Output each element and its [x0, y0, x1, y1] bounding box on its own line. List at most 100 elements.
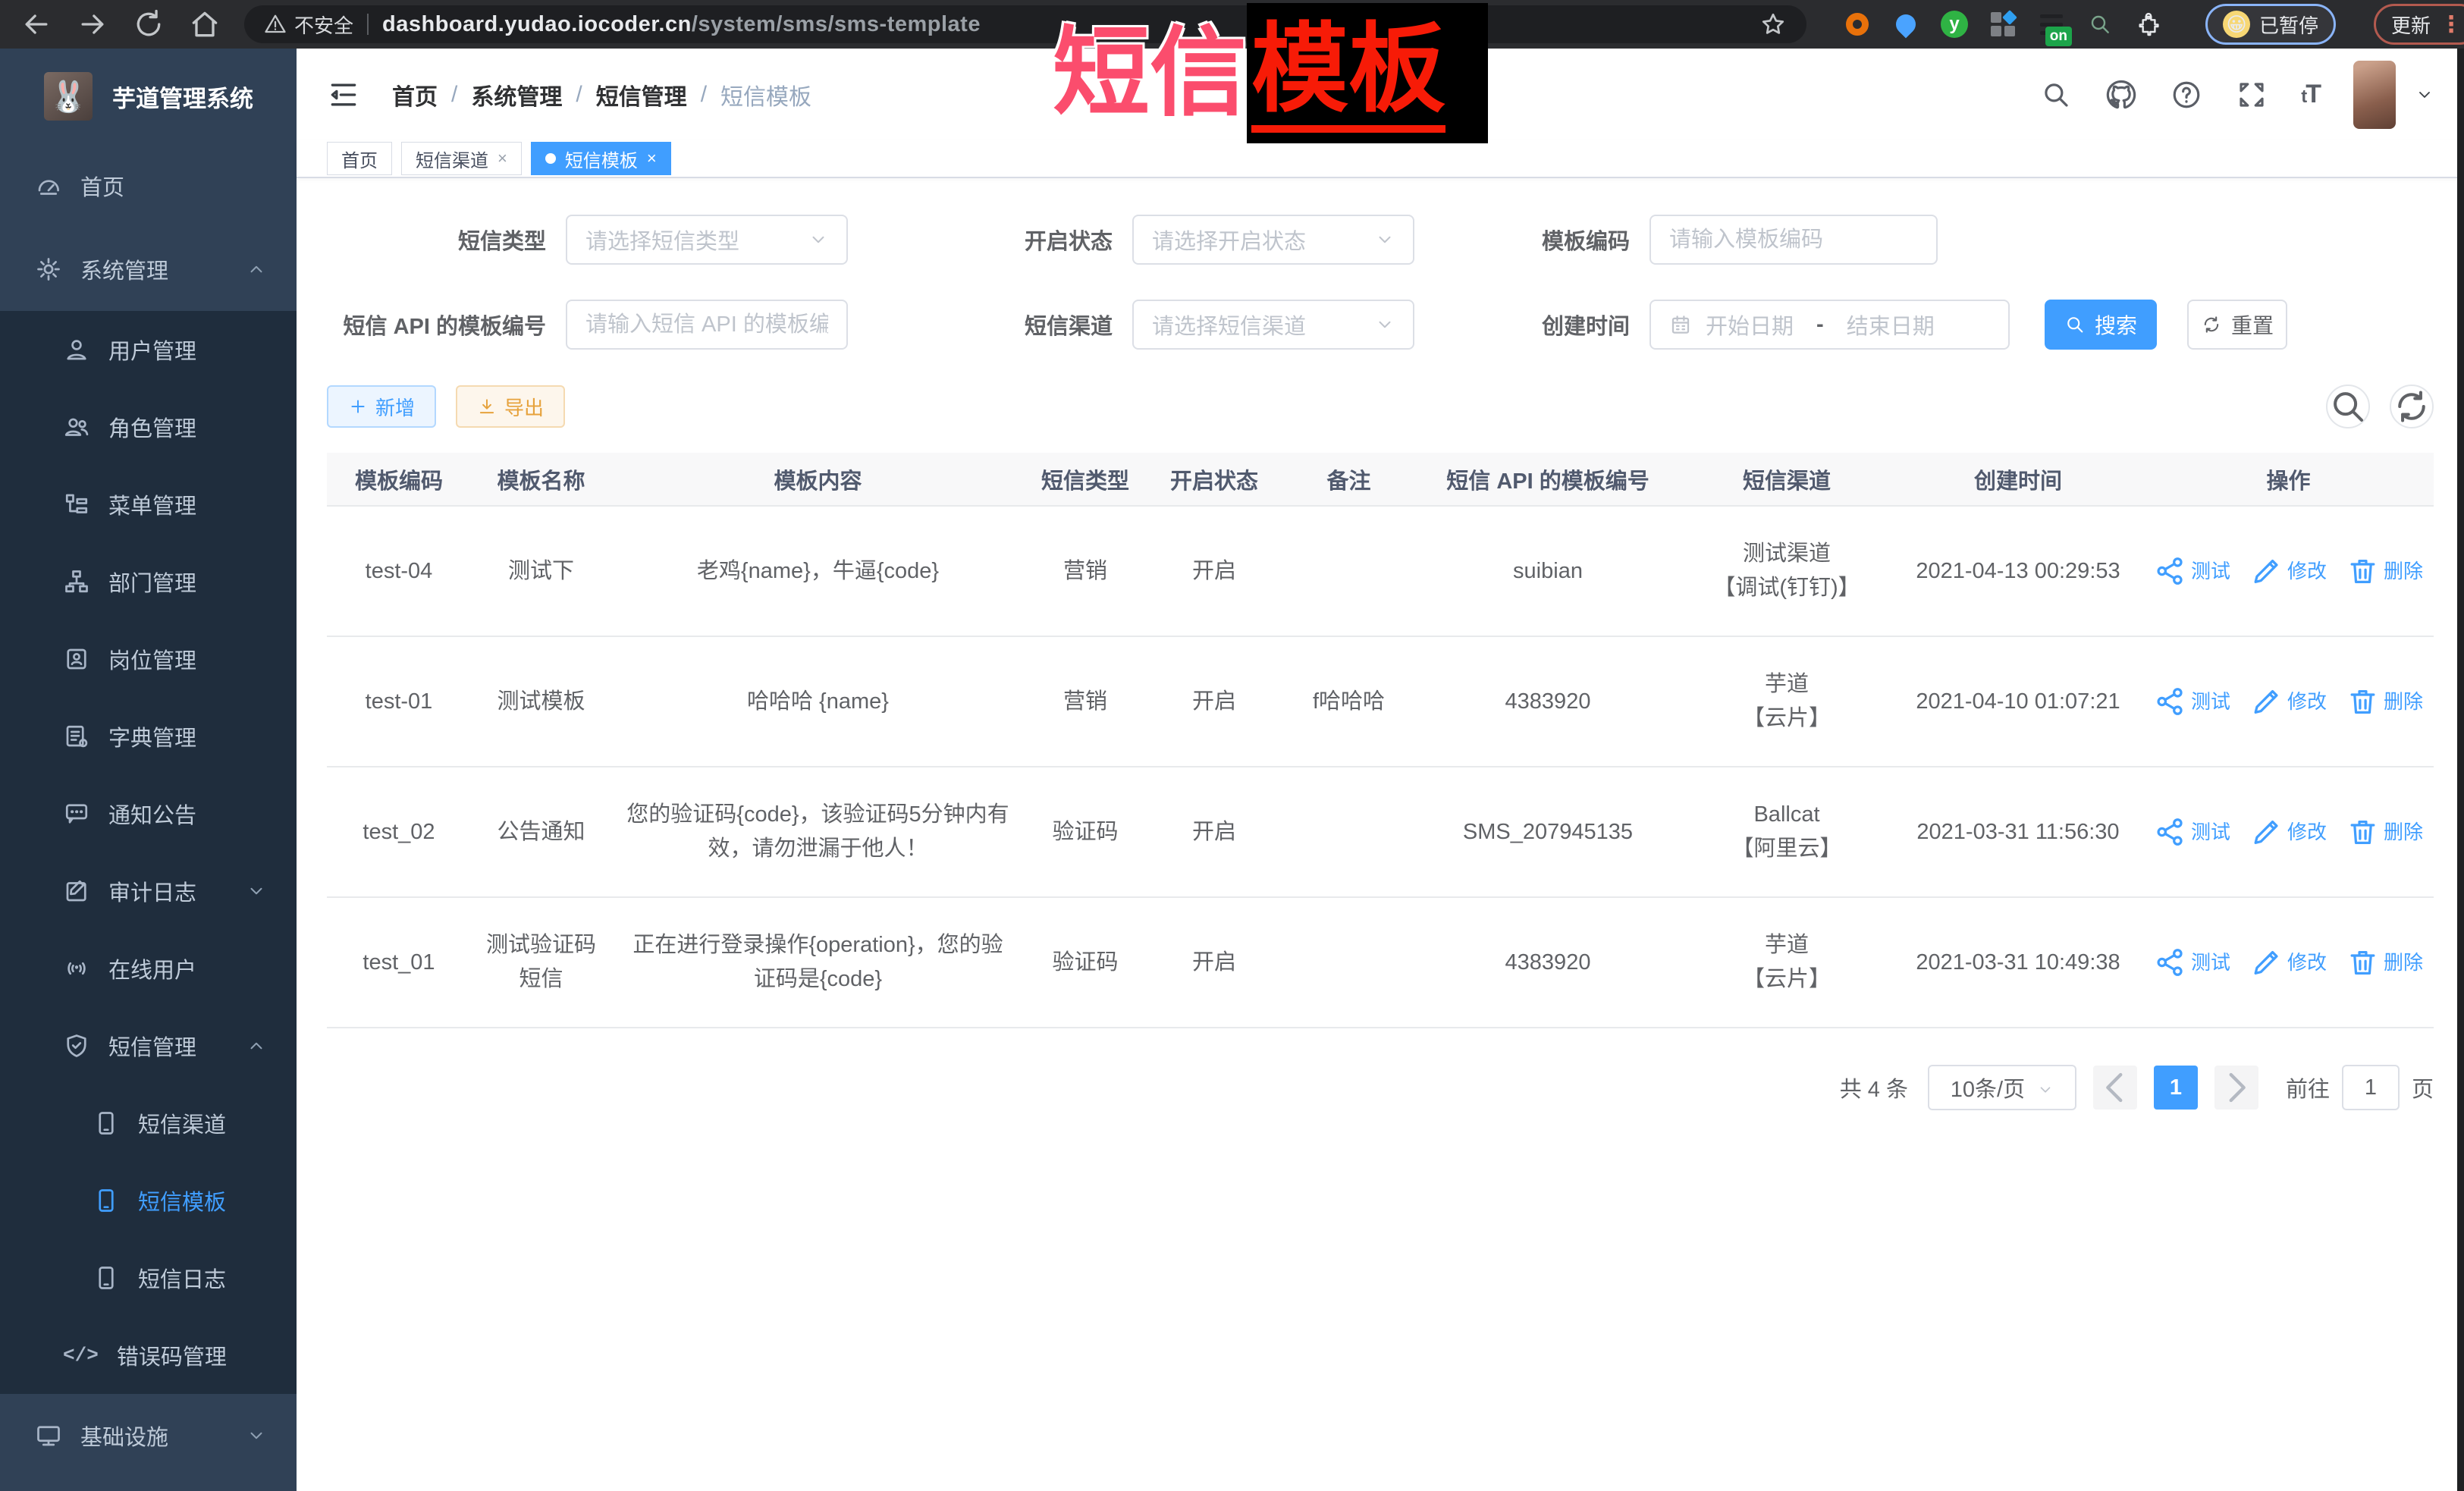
date-range-picker[interactable]: 开始日期 - 结束日期 — [1649, 300, 2010, 350]
refresh-icon — [2201, 314, 2222, 335]
sidebar-item-label: 通知公告 — [108, 798, 196, 830]
fullscreen-icon[interactable] — [2236, 79, 2268, 111]
edit-link[interactable]: 修改 — [2250, 775, 2327, 889]
page-size-select[interactable]: 10条/页 — [1928, 1065, 2076, 1110]
address-bar[interactable]: 不安全 dashboard.yudao.iocoder.cn/system/sm… — [244, 5, 1806, 43]
close-icon[interactable]: × — [647, 149, 657, 168]
close-icon[interactable]: × — [498, 149, 507, 168]
help-icon[interactable] — [2171, 79, 2202, 111]
extensions-puzzle-icon[interactable] — [2134, 10, 2163, 39]
edit-link[interactable]: 修改 — [2250, 906, 2327, 1019]
edit-link[interactable]: 修改 — [2250, 645, 2327, 758]
url-host: dashboard.yudao.iocoder.cn — [382, 12, 692, 36]
test-link[interactable]: 测试 — [2154, 906, 2230, 1019]
sidebar-item-department-management[interactable]: 部门管理 — [0, 543, 297, 620]
delete-link[interactable]: 删除 — [2346, 645, 2423, 758]
profile-chip[interactable]: 😀 已暂停 — [2205, 4, 2336, 45]
avatar-caret-icon[interactable] — [2415, 86, 2434, 104]
channel-select[interactable]: 请选择短信渠道 — [1132, 300, 1414, 350]
template-code-input[interactable] — [1669, 228, 1918, 253]
extension-orange-ring-icon[interactable] — [1843, 10, 1872, 39]
api-template-id-input[interactable] — [585, 312, 828, 337]
search-button[interactable]: 搜索 — [2045, 300, 2157, 350]
breadcrumb-system[interactable]: 系统管理 — [471, 78, 562, 111]
sidebar-item-notice[interactable]: 通知公告 — [0, 775, 297, 852]
pagination: 共 4 条 10条/页 1 前往 页 — [327, 1065, 2434, 1110]
sidebar-item-sms-channel[interactable]: 短信渠道 — [0, 1085, 297, 1162]
search-icon[interactable] — [2040, 79, 2072, 111]
breadcrumb-sms[interactable]: 短信管理 — [596, 78, 687, 111]
test-link[interactable]: 测试 — [2154, 645, 2230, 758]
cell-remark — [1282, 767, 1415, 897]
status-select[interactable]: 请选择开启状态 — [1132, 215, 1414, 265]
reset-button[interactable]: 重置 — [2187, 300, 2287, 350]
next-page-button[interactable] — [2214, 1066, 2258, 1110]
cell-name: 测试下 — [471, 506, 611, 636]
extension-blue-pin-icon[interactable] — [1891, 10, 1920, 39]
omnibox-divider — [367, 14, 369, 35]
sidebar-item-sms-template[interactable]: 短信模板 — [0, 1162, 297, 1239]
avatar[interactable] — [2353, 61, 2396, 129]
sidebar-item-role-management[interactable]: 角色管理 — [0, 388, 297, 466]
sidebar-fold-icon[interactable] — [327, 78, 360, 111]
delete-link[interactable]: 删除 — [2346, 514, 2423, 628]
refresh-table-button[interactable] — [2390, 385, 2434, 428]
sidebar-item-audit-log[interactable]: 审计日志 — [0, 852, 297, 930]
test-link[interactable]: 测试 — [2154, 514, 2230, 628]
sidebar-logo[interactable]: 🐰 芋道管理系统 — [0, 49, 297, 144]
prev-page-button[interactable] — [2093, 1066, 2137, 1110]
extension-grid-icon[interactable] — [1988, 10, 2017, 39]
security-label: 不安全 — [294, 11, 353, 39]
bookmark-star-icon[interactable] — [1759, 11, 1787, 38]
add-button[interactable]: 新增 — [327, 385, 436, 428]
github-icon[interactable] — [2105, 79, 2137, 111]
browser-forward-button[interactable] — [76, 8, 109, 41]
test-link[interactable]: 测试 — [2154, 775, 2230, 889]
page-number-1[interactable]: 1 — [2154, 1066, 2198, 1110]
sidebar-item-dict-management[interactable]: 字典管理 — [0, 698, 297, 775]
sidebar-item-infrastructure[interactable]: 基础设施 — [0, 1394, 297, 1477]
sidebar-item-sms-management[interactable]: 短信管理 — [0, 1007, 297, 1085]
filter-row-1: 短信类型 请选择短信类型 开启状态 请选择开启状态 模板编码 — [327, 215, 2434, 265]
browser-reload-button[interactable] — [132, 8, 165, 41]
plus-icon — [348, 397, 368, 416]
font-size-icon[interactable]: tT — [2301, 80, 2320, 109]
cell-actions: 测试 修改 删除 — [2143, 767, 2434, 897]
breadcrumb-home[interactable]: 首页 — [392, 78, 438, 111]
browser-back-button[interactable] — [20, 8, 53, 41]
not-secure-indicator[interactable]: 不安全 — [264, 11, 353, 39]
cell-remark: f哈哈哈 — [1282, 636, 1415, 767]
col-actions: 操作 — [2143, 453, 2434, 506]
tab-home[interactable]: 首页 — [327, 142, 392, 175]
export-button[interactable]: 导出 — [456, 385, 565, 428]
extension-list-on-icon[interactable]: on — [2037, 10, 2066, 39]
browser-update-button[interactable]: 更新 ⋮ — [2374, 4, 2464, 45]
delete-link[interactable]: 删除 — [2346, 906, 2423, 1019]
sidebar-item-menu-management[interactable]: 菜单管理 — [0, 466, 297, 543]
api-template-id-label: 短信 API 的模板编号 — [327, 309, 566, 341]
toggle-search-button[interactable] — [2326, 385, 2370, 428]
users-icon — [63, 413, 90, 441]
sidebar-item-home[interactable]: 首页 — [0, 144, 297, 228]
status-label: 开启状态 — [893, 224, 1132, 256]
breadcrumb-separator: / — [576, 82, 582, 108]
tab-label: 首页 — [341, 146, 378, 172]
sidebar-item-user-management[interactable]: 用户管理 — [0, 311, 297, 388]
sidebar-item-post-management[interactable]: 岗位管理 — [0, 620, 297, 698]
delete-link[interactable]: 删除 — [2346, 775, 2423, 889]
tab-sms-template[interactable]: 短信模板 × — [531, 142, 671, 175]
sidebar-item-online-users[interactable]: 在线用户 — [0, 930, 297, 1007]
edit-link[interactable]: 修改 — [2250, 514, 2327, 628]
sms-type-select[interactable]: 请选择短信类型 — [566, 215, 848, 265]
sidebar-item-system-management[interactable]: 系统管理 — [0, 228, 297, 311]
goto-page-input[interactable] — [2342, 1065, 2400, 1110]
tab-sms-channel[interactable]: 短信渠道 × — [401, 142, 522, 175]
extension-green-y-icon[interactable]: y — [1940, 10, 1969, 39]
sidebar-item-sms-log[interactable]: 短信日志 — [0, 1239, 297, 1317]
shield-check-icon — [63, 1032, 90, 1059]
breadcrumb-separator: / — [451, 82, 457, 108]
sidebar-item-error-code[interactable]: </> 错误码管理 — [0, 1317, 297, 1394]
browser-menu-kebab-icon[interactable]: ⋮ — [2440, 11, 2462, 38]
browser-home-button[interactable] — [188, 8, 221, 41]
extension-magnifier-icon[interactable] — [2086, 10, 2114, 39]
